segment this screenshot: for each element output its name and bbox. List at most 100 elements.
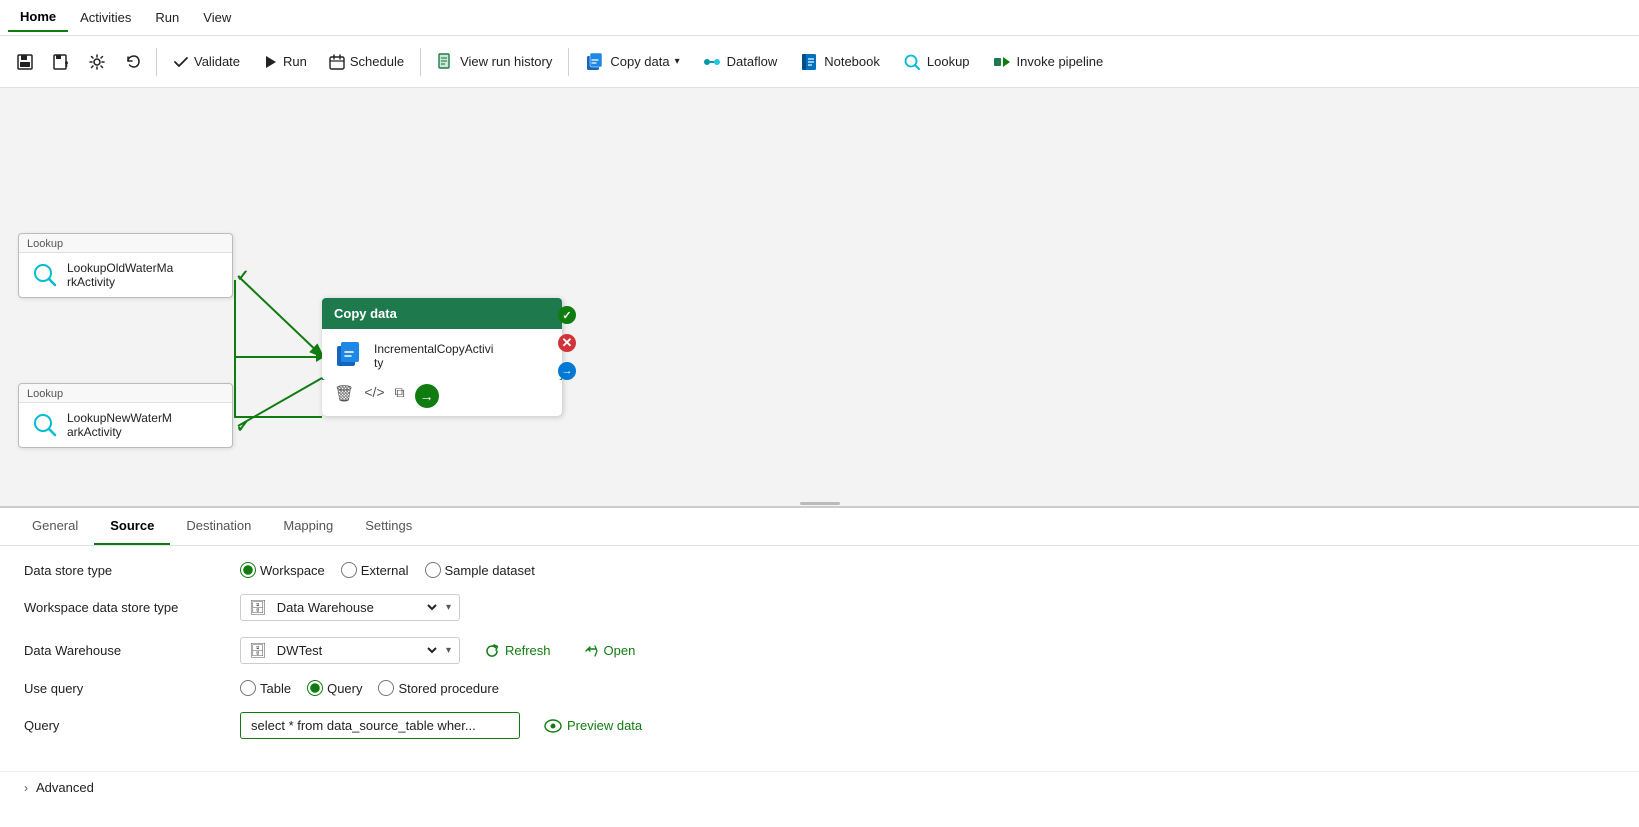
radio-external[interactable]: External xyxy=(341,562,409,578)
copy-data-node-body: IncrementalCopyActivity ✓ ✕ → xyxy=(322,329,562,380)
connector-line xyxy=(234,356,322,358)
preview-icon xyxy=(544,719,562,733)
connector-v1 xyxy=(234,280,236,356)
radio-query-label: Query xyxy=(327,681,362,696)
radio-workspace-input[interactable] xyxy=(240,562,256,578)
advanced-section[interactable]: › Advanced xyxy=(0,771,1639,803)
dataflow-icon xyxy=(702,52,722,72)
dataflow-label: Dataflow xyxy=(727,54,778,69)
copy-data-button[interactable]: Copy data ▾ xyxy=(575,47,689,77)
tab-general[interactable]: General xyxy=(16,508,94,545)
resize-handle[interactable] xyxy=(790,500,850,506)
data-warehouse-dropdown[interactable]: DWTest xyxy=(273,642,440,659)
use-query-controls: Table Query Stored procedure xyxy=(240,680,499,696)
lookup-toolbar-button[interactable]: Lookup xyxy=(892,47,980,77)
preview-data-label: Preview data xyxy=(567,718,642,733)
tab-mapping[interactable]: Mapping xyxy=(267,508,349,545)
copy-node-go-btn[interactable]: → xyxy=(415,384,439,408)
dataflow-button[interactable]: Dataflow xyxy=(692,47,788,77)
connector-line2 xyxy=(234,416,322,418)
invoke-pipeline-label: Invoke pipeline xyxy=(1017,54,1104,69)
radio-stored-proc-label: Stored procedure xyxy=(398,681,498,696)
run-label: Run xyxy=(283,54,307,69)
lookup2-type-label: Lookup xyxy=(19,384,232,403)
lookup1-check: ✓ xyxy=(236,266,249,286)
query-input[interactable] xyxy=(240,712,520,739)
status-check-icon[interactable]: ✓ xyxy=(558,306,576,324)
lookup1-icon xyxy=(31,261,59,289)
save-button[interactable] xyxy=(8,48,42,76)
workspace-data-store-dropdown[interactable]: Data Warehouse xyxy=(273,599,440,616)
advanced-label: Advanced xyxy=(36,780,94,795)
copy-data-node[interactable]: Copy data IncrementalCopyActivity ✓ ✕ → … xyxy=(322,298,562,416)
tab-source[interactable]: Source xyxy=(94,508,170,545)
validate-label: Validate xyxy=(194,54,240,69)
settings-button[interactable] xyxy=(80,48,114,76)
toolbar-separator-2 xyxy=(420,48,421,76)
toolbar: Validate Run Schedule View run history xyxy=(0,36,1639,88)
copy-node-clone-btn[interactable]: ⧉ xyxy=(395,384,405,408)
radio-sample-dataset[interactable]: Sample dataset xyxy=(425,562,535,578)
open-button[interactable]: Open xyxy=(575,639,644,663)
view-run-history-label: View run history xyxy=(460,54,552,69)
use-query-label: Use query xyxy=(24,681,224,696)
lookup2-node[interactable]: Lookup LookupNewWaterMarkActivity xyxy=(18,383,233,448)
toolbar-separator-3 xyxy=(568,48,569,76)
data-warehouse-select[interactable]: 🗄 DWTest ▾ xyxy=(240,637,460,664)
radio-workspace[interactable]: Workspace xyxy=(240,562,325,578)
workspace-data-store-type-row: Workspace data store type 🗄 Data Warehou… xyxy=(24,594,1615,621)
radio-query[interactable]: Query xyxy=(307,680,362,696)
schedule-icon xyxy=(329,54,345,70)
notebook-icon xyxy=(799,52,819,72)
radio-stored-procedure[interactable]: Stored procedure xyxy=(378,680,498,696)
tab-destination[interactable]: Destination xyxy=(170,508,267,545)
saveas-icon xyxy=(52,53,70,71)
undo-button[interactable] xyxy=(116,48,150,76)
preview-data-button[interactable]: Preview data xyxy=(536,714,650,737)
radio-table-input[interactable] xyxy=(240,680,256,696)
save-as-button[interactable] xyxy=(44,48,78,76)
copy-data-node-header: Copy data xyxy=(322,298,562,329)
pipeline-connectors xyxy=(0,88,1639,506)
validate-button[interactable]: Validate xyxy=(163,49,250,75)
copy-node-status-icons: ✓ ✕ → xyxy=(558,306,576,380)
properties-panel: General Source Destination Mapping Setti… xyxy=(0,508,1639,827)
data-store-type-row: Data store type Workspace External Sampl… xyxy=(24,562,1615,578)
lookup1-node[interactable]: Lookup LookupOldWaterMarkActivity xyxy=(18,233,233,298)
status-x-icon[interactable]: ✕ xyxy=(558,334,576,352)
copy-node-code-btn[interactable]: </> xyxy=(364,384,384,408)
menu-item-home[interactable]: Home xyxy=(8,3,68,32)
warehouse-icon-1: 🗄 xyxy=(249,599,267,616)
radio-external-input[interactable] xyxy=(341,562,357,578)
copy-node-delete-btn[interactable]: 🗑 xyxy=(334,384,354,408)
radio-sample-input[interactable] xyxy=(425,562,441,578)
radio-workspace-label: Workspace xyxy=(260,563,325,578)
refresh-button[interactable]: Refresh xyxy=(476,639,559,663)
notebook-button[interactable]: Notebook xyxy=(789,47,890,77)
lookup1-type-label: Lookup xyxy=(19,234,232,253)
lookup-label: Lookup xyxy=(927,54,970,69)
run-button[interactable]: Run xyxy=(252,49,317,75)
radio-sample-label: Sample dataset xyxy=(445,563,535,578)
menu-item-view[interactable]: View xyxy=(191,4,243,31)
radio-table[interactable]: Table xyxy=(240,680,291,696)
refresh-icon xyxy=(484,643,500,659)
workspace-data-store-select[interactable]: 🗄 Data Warehouse ▾ xyxy=(240,594,460,621)
copy-data-node-icon xyxy=(334,339,364,372)
invoke-pipeline-button[interactable]: Invoke pipeline xyxy=(982,47,1114,77)
status-arrow-icon[interactable]: → xyxy=(558,362,576,380)
data-warehouse-controls: 🗄 DWTest ▾ Refresh xyxy=(240,637,643,664)
view-run-history-button[interactable]: View run history xyxy=(427,48,562,76)
radio-stored-proc-input[interactable] xyxy=(378,680,394,696)
query-row: Query Preview data xyxy=(24,712,1615,739)
menu-item-activities[interactable]: Activities xyxy=(68,4,143,31)
radio-query-input[interactable] xyxy=(307,680,323,696)
tab-settings[interactable]: Settings xyxy=(349,508,428,545)
workspace-data-store-type-controls: 🗄 Data Warehouse ▾ xyxy=(240,594,460,621)
refresh-label: Refresh xyxy=(505,643,551,658)
pipeline-canvas[interactable]: Lookup LookupOldWaterMarkActivity ✓ Look… xyxy=(0,88,1639,508)
menu-item-run[interactable]: Run xyxy=(143,4,191,31)
lookup2-check: ✓ xyxy=(236,417,249,437)
schedule-button[interactable]: Schedule xyxy=(319,49,414,75)
history-icon xyxy=(437,53,455,71)
